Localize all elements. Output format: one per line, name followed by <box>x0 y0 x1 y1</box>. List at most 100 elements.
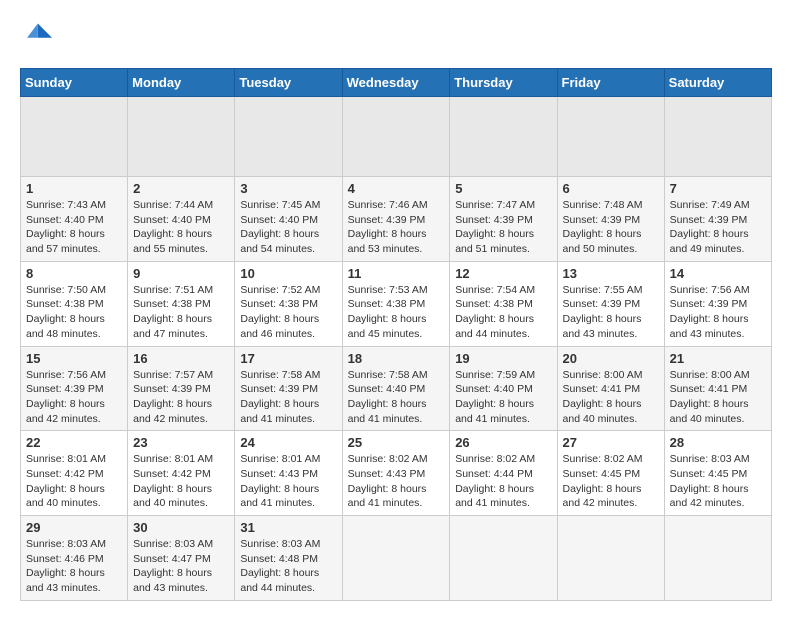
day-info: Sunrise: 8:00 AM Sunset: 4:41 PM Dayligh… <box>563 368 659 427</box>
day-number: 12 <box>455 266 551 281</box>
calendar-cell: 10 Sunrise: 7:52 AM Sunset: 4:38 PM Dayli… <box>235 261 342 346</box>
day-number: 24 <box>240 435 336 450</box>
day-info: Sunrise: 8:03 AM Sunset: 4:47 PM Dayligh… <box>133 537 229 596</box>
day-number: 6 <box>563 181 659 196</box>
day-number: 11 <box>348 266 445 281</box>
calendar-cell: 27 Sunrise: 8:02 AM Sunset: 4:45 PM Dayli… <box>557 431 664 516</box>
day-number: 1 <box>26 181 122 196</box>
day-info: Sunrise: 7:45 AM Sunset: 4:40 PM Dayligh… <box>240 198 336 257</box>
day-number: 7 <box>670 181 766 196</box>
day-number: 10 <box>240 266 336 281</box>
day-number: 8 <box>26 266 122 281</box>
calendar-cell <box>664 97 771 177</box>
day-info: Sunrise: 7:46 AM Sunset: 4:39 PM Dayligh… <box>348 198 445 257</box>
header-saturday: Saturday <box>664 69 771 97</box>
day-number: 19 <box>455 351 551 366</box>
day-number: 5 <box>455 181 551 196</box>
day-info: Sunrise: 7:50 AM Sunset: 4:38 PM Dayligh… <box>26 283 122 342</box>
day-info: Sunrise: 8:02 AM Sunset: 4:44 PM Dayligh… <box>455 452 551 511</box>
calendar-cell <box>557 516 664 601</box>
calendar-cell: 16 Sunrise: 7:57 AM Sunset: 4:39 PM Dayli… <box>128 346 235 431</box>
day-number: 13 <box>563 266 659 281</box>
day-number: 15 <box>26 351 122 366</box>
calendar-cell: 25 Sunrise: 8:02 AM Sunset: 4:43 PM Dayli… <box>342 431 450 516</box>
day-info: Sunrise: 7:55 AM Sunset: 4:39 PM Dayligh… <box>563 283 659 342</box>
header-sunday: Sunday <box>21 69 128 97</box>
day-info: Sunrise: 7:49 AM Sunset: 4:39 PM Dayligh… <box>670 198 766 257</box>
calendar-cell <box>450 516 557 601</box>
day-info: Sunrise: 8:02 AM Sunset: 4:45 PM Dayligh… <box>563 452 659 511</box>
calendar-cell: 4 Sunrise: 7:46 AM Sunset: 4:39 PM Daylig… <box>342 177 450 262</box>
calendar-cell: 11 Sunrise: 7:53 AM Sunset: 4:38 PM Dayli… <box>342 261 450 346</box>
day-info: Sunrise: 7:56 AM Sunset: 4:39 PM Dayligh… <box>670 283 766 342</box>
day-number: 4 <box>348 181 445 196</box>
calendar-cell <box>342 97 450 177</box>
page-header <box>20 20 772 52</box>
calendar-cell: 15Sunrise: 7:56 AM Sunset: 4:39 PM Dayli… <box>21 346 128 431</box>
day-number: 9 <box>133 266 229 281</box>
day-info: Sunrise: 8:00 AM Sunset: 4:41 PM Dayligh… <box>670 368 766 427</box>
calendar-table: SundayMondayTuesdayWednesdayThursdayFrid… <box>20 68 772 601</box>
header-tuesday: Tuesday <box>235 69 342 97</box>
calendar-cell: 30 Sunrise: 8:03 AM Sunset: 4:47 PM Dayli… <box>128 516 235 601</box>
calendar-cell: 5Sunrise: 7:47 AM Sunset: 4:39 PM Daylig… <box>450 177 557 262</box>
day-info: Sunrise: 7:59 AM Sunset: 4:40 PM Dayligh… <box>455 368 551 427</box>
day-number: 22 <box>26 435 122 450</box>
calendar-cell: 17 Sunrise: 7:58 AM Sunset: 4:39 PM Dayli… <box>235 346 342 431</box>
day-number: 23 <box>133 435 229 450</box>
calendar-cell: 31 Sunrise: 8:03 AM Sunset: 4:48 PM Dayli… <box>235 516 342 601</box>
calendar-cell: 18Sunrise: 7:58 AM Sunset: 4:40 PM Dayli… <box>342 346 450 431</box>
week-row-4: 22 Sunrise: 8:01 AM Sunset: 4:42 PM Dayli… <box>21 431 772 516</box>
calendar-cell: 7 Sunrise: 7:49 AM Sunset: 4:39 PM Daylig… <box>664 177 771 262</box>
calendar-cell: 24 Sunrise: 8:01 AM Sunset: 4:43 PM Dayli… <box>235 431 342 516</box>
calendar-cell: 8 Sunrise: 7:50 AM Sunset: 4:38 PM Daylig… <box>21 261 128 346</box>
header-thursday: Thursday <box>450 69 557 97</box>
week-row-2: 8 Sunrise: 7:50 AM Sunset: 4:38 PM Daylig… <box>21 261 772 346</box>
day-number: 3 <box>240 181 336 196</box>
day-number: 25 <box>348 435 445 450</box>
week-row-1: 1 Sunrise: 7:43 AM Sunset: 4:40 PM Daylig… <box>21 177 772 262</box>
day-info: Sunrise: 7:52 AM Sunset: 4:38 PM Dayligh… <box>240 283 336 342</box>
week-row-3: 15Sunrise: 7:56 AM Sunset: 4:39 PM Dayli… <box>21 346 772 431</box>
day-number: 31 <box>240 520 336 535</box>
day-number: 17 <box>240 351 336 366</box>
calendar-cell: 29Sunrise: 8:03 AM Sunset: 4:46 PM Dayli… <box>21 516 128 601</box>
calendar-cell <box>664 516 771 601</box>
day-info: Sunrise: 8:01 AM Sunset: 4:43 PM Dayligh… <box>240 452 336 511</box>
calendar-cell: 9 Sunrise: 7:51 AM Sunset: 4:38 PM Daylig… <box>128 261 235 346</box>
calendar-cell: 2 Sunrise: 7:44 AM Sunset: 4:40 PM Daylig… <box>128 177 235 262</box>
calendar-cell: 20Sunrise: 8:00 AM Sunset: 4:41 PM Dayli… <box>557 346 664 431</box>
day-info: Sunrise: 8:01 AM Sunset: 4:42 PM Dayligh… <box>26 452 122 511</box>
calendar-cell <box>128 97 235 177</box>
calendar-cell: 12Sunrise: 7:54 AM Sunset: 4:38 PM Dayli… <box>450 261 557 346</box>
calendar-cell: 3 Sunrise: 7:45 AM Sunset: 4:40 PM Daylig… <box>235 177 342 262</box>
day-info: Sunrise: 8:02 AM Sunset: 4:43 PM Dayligh… <box>348 452 445 511</box>
day-number: 2 <box>133 181 229 196</box>
calendar-cell <box>21 97 128 177</box>
header-friday: Friday <box>557 69 664 97</box>
day-info: Sunrise: 7:58 AM Sunset: 4:39 PM Dayligh… <box>240 368 336 427</box>
logo <box>20 20 56 52</box>
day-info: Sunrise: 8:03 AM Sunset: 4:45 PM Dayligh… <box>670 452 766 511</box>
calendar-cell: 14 Sunrise: 7:56 AM Sunset: 4:39 PM Dayli… <box>664 261 771 346</box>
day-info: Sunrise: 7:43 AM Sunset: 4:40 PM Dayligh… <box>26 198 122 257</box>
calendar-cell: 19 Sunrise: 7:59 AM Sunset: 4:40 PM Dayli… <box>450 346 557 431</box>
week-row-0 <box>21 97 772 177</box>
day-number: 26 <box>455 435 551 450</box>
day-info: Sunrise: 7:44 AM Sunset: 4:40 PM Dayligh… <box>133 198 229 257</box>
calendar-cell: 28Sunrise: 8:03 AM Sunset: 4:45 PM Dayli… <box>664 431 771 516</box>
calendar-cell <box>557 97 664 177</box>
day-info: Sunrise: 8:03 AM Sunset: 4:48 PM Dayligh… <box>240 537 336 596</box>
day-number: 27 <box>563 435 659 450</box>
calendar-cell: 13 Sunrise: 7:55 AM Sunset: 4:39 PM Dayli… <box>557 261 664 346</box>
calendar-cell: 1 Sunrise: 7:43 AM Sunset: 4:40 PM Daylig… <box>21 177 128 262</box>
day-number: 30 <box>133 520 229 535</box>
day-number: 16 <box>133 351 229 366</box>
day-info: Sunrise: 7:51 AM Sunset: 4:38 PM Dayligh… <box>133 283 229 342</box>
day-info: Sunrise: 8:03 AM Sunset: 4:46 PM Dayligh… <box>26 537 122 596</box>
day-info: Sunrise: 8:01 AM Sunset: 4:42 PM Dayligh… <box>133 452 229 511</box>
day-info: Sunrise: 7:53 AM Sunset: 4:38 PM Dayligh… <box>348 283 445 342</box>
day-number: 14 <box>670 266 766 281</box>
day-info: Sunrise: 7:57 AM Sunset: 4:39 PM Dayligh… <box>133 368 229 427</box>
calendar-cell: 23 Sunrise: 8:01 AM Sunset: 4:42 PM Dayli… <box>128 431 235 516</box>
